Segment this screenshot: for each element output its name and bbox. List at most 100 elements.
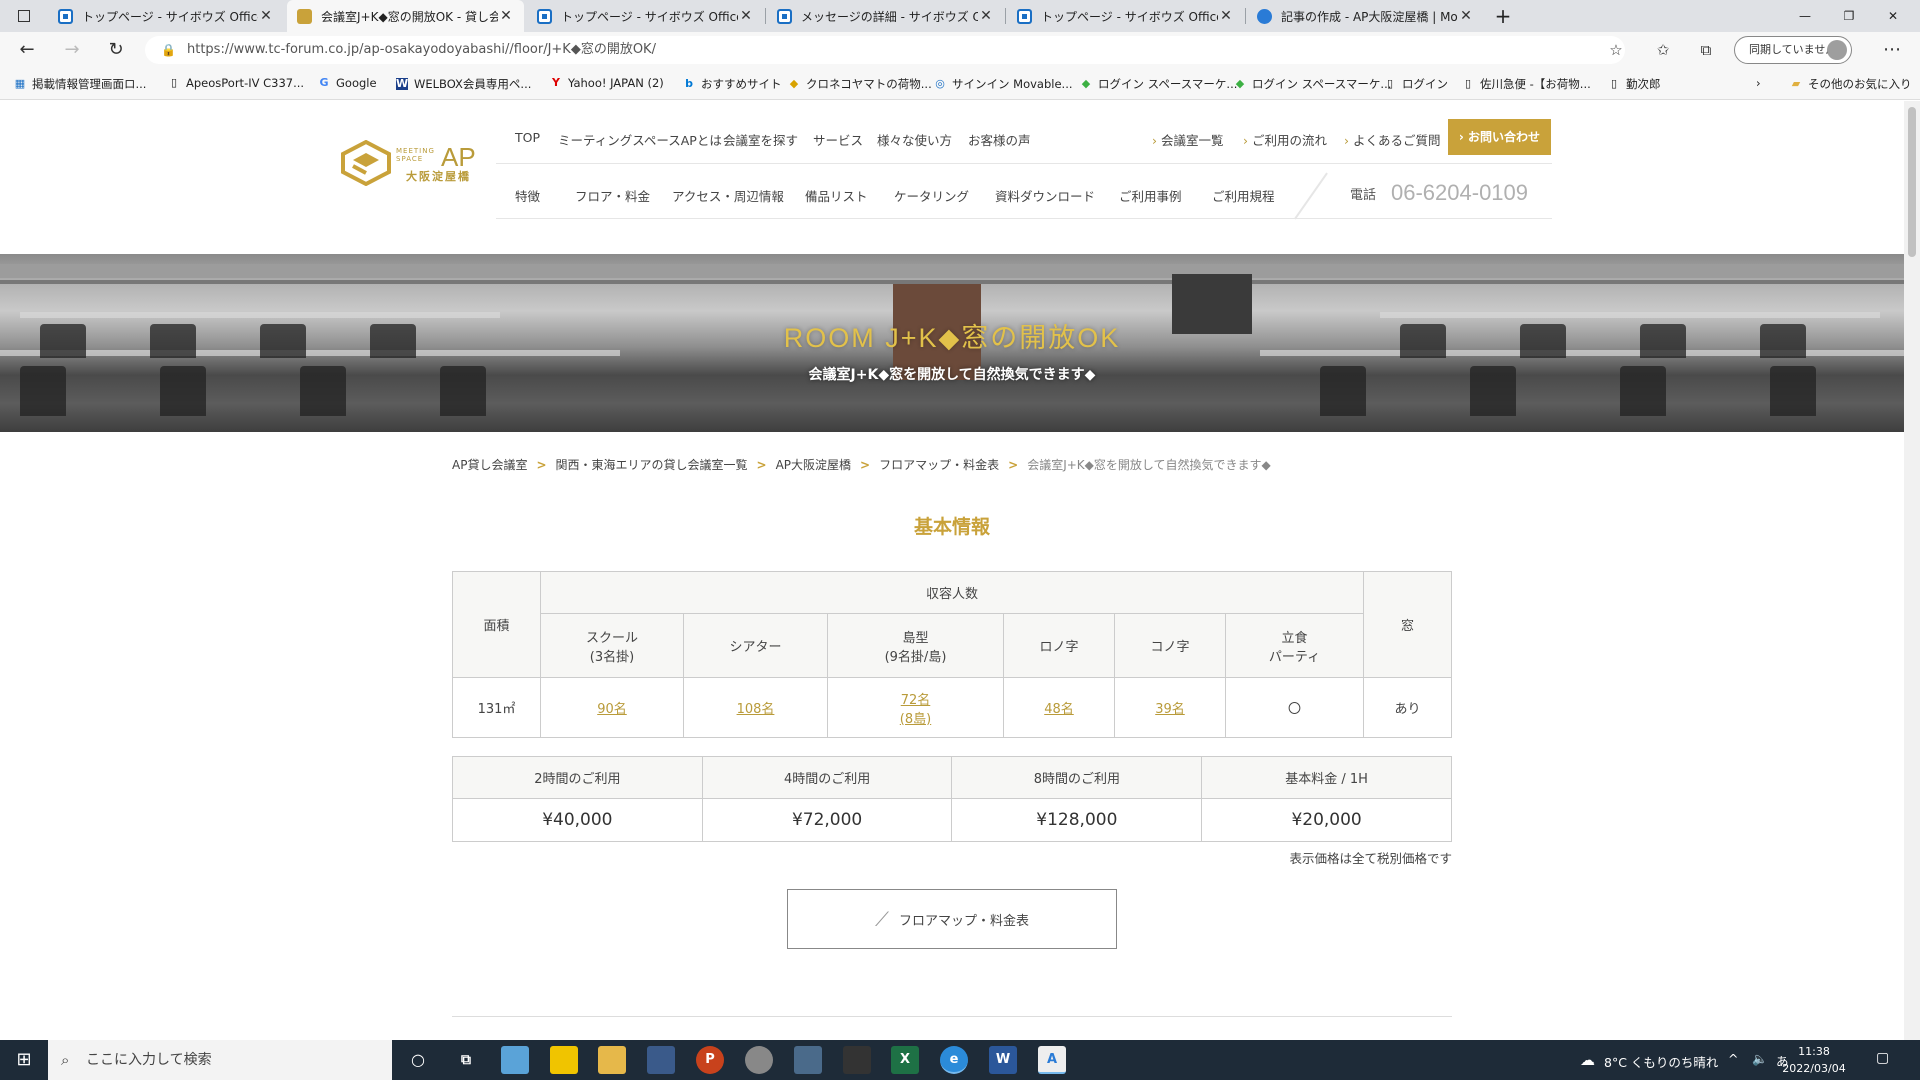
cybozu-icon bbox=[777, 8, 792, 24]
bookmark-9[interactable]: ◆ ログイン スペースマーケ... bbox=[1080, 76, 1238, 92]
bookmark-13[interactable]: ▯ 勤次郎 bbox=[1608, 76, 1661, 92]
price-header: 基本料金 / 1H bbox=[1201, 756, 1452, 799]
app-icon[interactable] bbox=[501, 1046, 529, 1074]
breadcrumb-link[interactable]: AP大阪淀屋橋 bbox=[776, 458, 851, 472]
capacity-link[interactable]: 90名 bbox=[597, 702, 627, 717]
collections-icon[interactable]: ⧉ bbox=[1694, 39, 1718, 61]
tab-actions-icon[interactable] bbox=[8, 0, 40, 32]
store-icon[interactable] bbox=[647, 1046, 675, 1074]
bookmark-2[interactable]: ▯ ApeosPort-IV C337... bbox=[168, 76, 304, 90]
close-icon[interactable]: ✕ bbox=[978, 8, 994, 24]
app-icon[interactable] bbox=[843, 1046, 871, 1074]
subnav-terms[interactable]: ご利用規程 bbox=[1212, 186, 1275, 205]
refresh-icon[interactable]: ↻ bbox=[104, 39, 128, 61]
back-icon[interactable]: ← bbox=[15, 39, 39, 61]
subnav-cases[interactable]: ご利用事例 bbox=[1119, 186, 1182, 205]
excel-icon[interactable]: X bbox=[891, 1046, 919, 1074]
window-header: 窓 bbox=[1363, 571, 1452, 678]
profile-sync-button[interactable]: 同期していません bbox=[1734, 36, 1852, 64]
nav-uses[interactable]: 様々な使い方 bbox=[877, 130, 952, 149]
capacity-link[interactable]: 39名 bbox=[1155, 702, 1185, 717]
contact-button[interactable]: › お問い合わせ bbox=[1448, 119, 1551, 155]
explorer-icon[interactable] bbox=[598, 1046, 626, 1074]
tab-2-active[interactable]: 会議室J+K◆窓の開放OK - 貸し会 ✕ bbox=[287, 0, 524, 32]
breadcrumb-link[interactable]: フロアマップ・料金表 bbox=[879, 458, 999, 472]
task-view-icon[interactable]: ⧉ bbox=[452, 1046, 480, 1074]
bookmark-5[interactable]: Y Yahoo! JAPAN (2) bbox=[550, 76, 664, 90]
tab-1[interactable]: トップページ - サイボウズ Office ✕ bbox=[48, 0, 284, 32]
more-menu-icon[interactable]: ⋯ bbox=[1880, 39, 1904, 61]
subnav-floor-price[interactable]: フロア・料金 bbox=[575, 186, 650, 205]
subnav-download[interactable]: 資料ダウンロード bbox=[995, 186, 1095, 205]
close-icon[interactable]: ✕ bbox=[1218, 8, 1234, 24]
window-close-icon[interactable]: ✕ bbox=[1878, 0, 1908, 32]
weather-text[interactable]: 8°C くもりのち晴れ bbox=[1604, 1052, 1718, 1071]
subnav-equipment[interactable]: 備品リスト bbox=[805, 186, 868, 205]
subnav-access[interactable]: アクセス・周辺情報 bbox=[672, 186, 784, 205]
app-icon[interactable] bbox=[745, 1046, 773, 1074]
bookmark-12[interactable]: ▯ 佐川急便 -【お荷物... bbox=[1462, 76, 1591, 92]
favorite-add-icon[interactable]: ☆ bbox=[1604, 39, 1628, 61]
nav-service[interactable]: サービス bbox=[813, 130, 863, 149]
calculator-icon[interactable] bbox=[794, 1046, 822, 1074]
close-icon[interactable]: ✕ bbox=[1458, 8, 1474, 24]
restore-icon[interactable]: ❐ bbox=[1834, 0, 1864, 32]
page-scrollbar[interactable] bbox=[1904, 101, 1920, 1040]
bookmark-7[interactable]: ◆ クロネコヤマトの荷物... bbox=[788, 76, 932, 92]
chevron-right-icon[interactable]: › bbox=[1756, 76, 1761, 90]
capacity-cell: 39名 bbox=[1114, 677, 1226, 738]
tab-3[interactable]: トップページ - サイボウズ Office ✕ bbox=[527, 0, 764, 32]
price-header: 2時間のご利用 bbox=[452, 756, 703, 799]
clock[interactable]: 11:38 2022/03/04 bbox=[1774, 1043, 1854, 1077]
sticky-notes-icon[interactable] bbox=[550, 1046, 578, 1074]
bookmark-8[interactable]: ◎ サインイン Movable... bbox=[934, 76, 1072, 92]
bookmark-1[interactable]: ▦ 掲載情報管理画面ロ... bbox=[14, 76, 147, 92]
notification-icon[interactable]: ▢ bbox=[1876, 1050, 1889, 1066]
nav-search-rooms[interactable]: 会議室を探す bbox=[723, 130, 798, 149]
close-icon[interactable]: ✕ bbox=[738, 8, 754, 24]
forward-icon[interactable]: → bbox=[60, 39, 84, 61]
nav-faq[interactable]: › よくあるご質問 bbox=[1344, 130, 1441, 149]
breadcrumb-link[interactable]: 関西・東海エリアの貸し会議室一覧 bbox=[556, 458, 748, 472]
floormap-pdf-button[interactable]: ⟋ フロアマップ・料金表 bbox=[787, 889, 1117, 949]
capacity-link[interactable]: 72名 (8島) bbox=[900, 693, 931, 727]
bookmark-4[interactable]: W WELBOX会員専用ペ... bbox=[396, 76, 531, 92]
bookmark-11[interactable]: ▯ ログイン bbox=[1384, 76, 1448, 92]
chevron-up-icon[interactable]: ^ bbox=[1728, 1051, 1738, 1066]
tab-4[interactable]: メッセージの詳細 - サイボウズ Office✕ bbox=[767, 0, 1004, 32]
nav-top[interactable]: TOP bbox=[515, 130, 540, 145]
taskbar-search[interactable]: ⌕ ここに入力して検索 bbox=[48, 1040, 392, 1080]
close-icon[interactable]: ✕ bbox=[258, 8, 274, 24]
app-icon[interactable]: A bbox=[1038, 1046, 1066, 1074]
nav-about[interactable]: ミーティングスペースAPとは bbox=[558, 130, 722, 149]
scrollbar-thumb[interactable] bbox=[1908, 107, 1916, 257]
word-icon[interactable]: W bbox=[989, 1046, 1017, 1074]
edge-icon[interactable]: e bbox=[940, 1046, 968, 1074]
volume-icon[interactable]: 🔈 bbox=[1752, 1051, 1768, 1067]
new-tab-button[interactable]: + bbox=[1487, 0, 1519, 32]
ap-logo-icon[interactable] bbox=[341, 140, 391, 186]
close-icon[interactable]: ✕ bbox=[498, 8, 514, 24]
capacity-link[interactable]: 48名 bbox=[1044, 702, 1074, 717]
breadcrumb-link[interactable]: AP貸し会議室 bbox=[452, 458, 527, 472]
windows-start-icon[interactable]: ⊞ bbox=[0, 1040, 48, 1080]
tel-number[interactable]: 06-6204-0109 bbox=[1391, 180, 1528, 206]
tab-6[interactable]: 記事の作成 - AP大阪淀屋橋 | Mo ✕ bbox=[1247, 0, 1484, 32]
bookmark-10[interactable]: ◆ ログイン スペースマーケ... bbox=[1234, 76, 1392, 92]
powerpoint-icon[interactable]: P bbox=[696, 1046, 724, 1074]
url-field[interactable]: 🔒 https://www.tc-forum.co.jp/ap-osakayodo… bbox=[145, 36, 1625, 64]
nav-flow[interactable]: › ご利用の流れ bbox=[1243, 130, 1327, 149]
bookmark-3[interactable]: G Google bbox=[318, 76, 376, 90]
subnav-catering[interactable]: ケータリング bbox=[894, 186, 969, 205]
cortana-icon[interactable]: ○ bbox=[404, 1046, 432, 1074]
favorites-icon[interactable]: ✩ bbox=[1651, 39, 1675, 61]
nav-voices[interactable]: お客様の声 bbox=[968, 130, 1031, 149]
tab-5[interactable]: トップページ - サイボウズ Office ✕ bbox=[1007, 0, 1244, 32]
minimize-icon[interactable]: — bbox=[1790, 0, 1820, 32]
other-favorites[interactable]: ▰ その他のお気に入り bbox=[1790, 76, 1912, 92]
subnav-features[interactable]: 特徴 bbox=[515, 186, 540, 205]
bookmark-6[interactable]: b おすすめサイト bbox=[683, 76, 781, 92]
col-header: 島型 (9名掛/島) bbox=[827, 613, 1004, 678]
capacity-link[interactable]: 108名 bbox=[737, 702, 775, 717]
nav-room-list[interactable]: › 会議室一覧 bbox=[1152, 130, 1224, 149]
